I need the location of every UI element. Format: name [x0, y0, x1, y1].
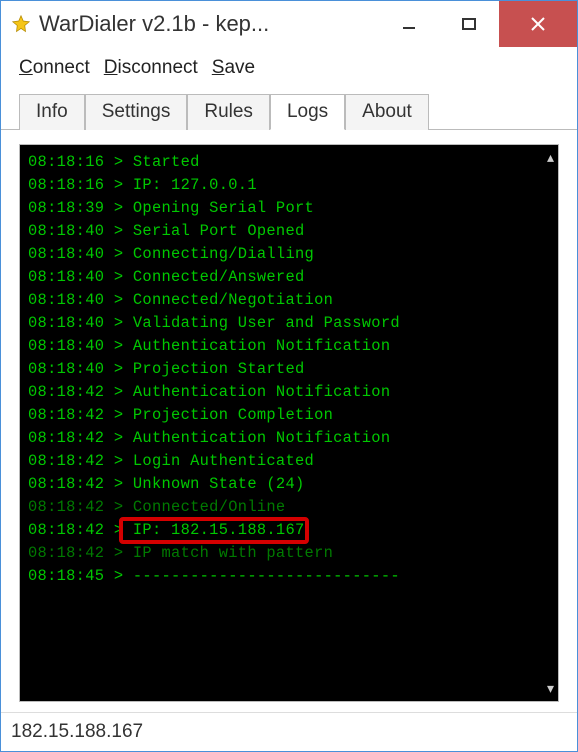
menu-disconnect[interactable]: Disconnect — [104, 57, 198, 79]
menu-connect[interactable]: Connect — [19, 57, 90, 79]
log-line: 08:18:40 > Authentication Notification — [28, 335, 550, 358]
maximize-button[interactable] — [439, 1, 499, 47]
log-line: 08:18:42 > Login Authenticated — [28, 450, 550, 473]
app-icon — [11, 14, 31, 34]
titlebar[interactable]: WarDialer v2.1b - kep... — [1, 1, 577, 47]
tab-about[interactable]: About — [345, 94, 429, 130]
log-line: 08:18:40 > Connected/Negotiation — [28, 289, 550, 312]
close-button[interactable] — [499, 1, 577, 47]
tab-info[interactable]: Info — [19, 94, 85, 130]
log-line: 08:18:42 > Authentication Notification — [28, 427, 550, 450]
log-line: 08:18:40 > Projection Started — [28, 358, 550, 381]
log-line: 08:18:40 > Serial Port Opened — [28, 220, 550, 243]
status-text: 182.15.188.167 — [11, 721, 143, 742]
content-area: 08:18:16 > Started08:18:16 > IP: 127.0.0… — [1, 130, 577, 712]
window-controls — [379, 1, 577, 47]
log-panel[interactable]: 08:18:16 > Started08:18:16 > IP: 127.0.0… — [19, 144, 559, 702]
log-line: 08:18:40 > Connected/Answered — [28, 266, 550, 289]
tabbar: Info Settings Rules Logs About — [1, 85, 577, 130]
log-line: 08:18:40 > Connecting/Dialling — [28, 243, 550, 266]
log-line: 08:18:16 > IP: 127.0.0.1 — [28, 174, 550, 197]
tab-rules[interactable]: Rules — [187, 94, 270, 130]
log-output: 08:18:16 > Started08:18:16 > IP: 127.0.0… — [20, 145, 558, 594]
scroll-up-icon[interactable]: ▴ — [547, 149, 554, 166]
minimize-button[interactable] — [379, 1, 439, 47]
menubar: Connect Disconnect Save — [1, 47, 577, 85]
app-window: WarDialer v2.1b - kep... Connect Disconn… — [0, 0, 578, 752]
statusbar: 182.15.188.167 — [1, 712, 577, 751]
tab-logs[interactable]: Logs — [270, 94, 345, 130]
log-line: 08:18:42 > IP: 182.15.188.167 — [28, 519, 550, 542]
log-line: 08:18:45 > ---------------------------- — [28, 565, 550, 588]
menu-save[interactable]: Save — [212, 57, 255, 79]
log-line: 08:18:42 > Connected/Online — [28, 496, 550, 519]
log-line: 08:18:42 > IP match with pattern — [28, 542, 550, 565]
tab-settings[interactable]: Settings — [85, 94, 188, 130]
log-line: 08:18:16 > Started — [28, 151, 550, 174]
log-line: 08:18:42 > Projection Completion — [28, 404, 550, 427]
log-line: 08:18:42 > Unknown State (24) — [28, 473, 550, 496]
log-line: 08:18:40 > Validating User and Password — [28, 312, 550, 335]
log-line: 08:18:42 > Authentication Notification — [28, 381, 550, 404]
window-title: WarDialer v2.1b - kep... — [39, 11, 379, 37]
log-line: 08:18:39 > Opening Serial Port — [28, 197, 550, 220]
scroll-down-icon[interactable]: ▾ — [547, 680, 554, 697]
